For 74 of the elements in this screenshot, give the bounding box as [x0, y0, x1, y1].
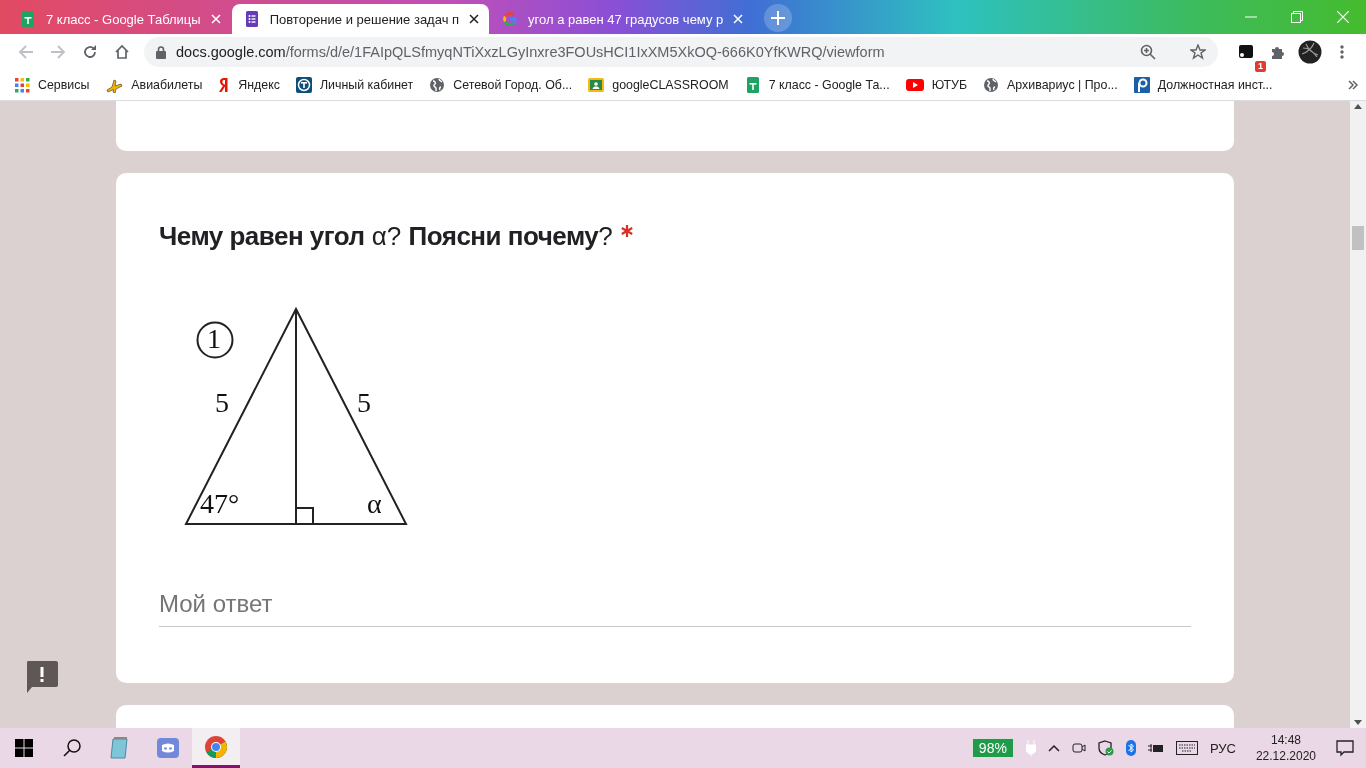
google-g-icon [502, 11, 519, 27]
bookmark-item[interactable]: Должностная инст... [1133, 72, 1281, 98]
spreadsheet-icon [744, 77, 761, 93]
search-icon [63, 739, 81, 757]
number-circle [196, 321, 234, 359]
zoom-in-icon[interactable] [1140, 44, 1156, 60]
globe-icon [983, 77, 1000, 93]
question-title: Чему равен угол α? Поясни почему? [159, 221, 613, 252]
chat-controller-icon [156, 736, 180, 760]
forward-icon [50, 44, 66, 60]
scroll-thumb[interactable] [1352, 226, 1364, 250]
browser-tab[interactable]: угол а равен 47 градусов чему р [490, 4, 754, 34]
camera-icon[interactable] [1071, 741, 1086, 755]
side-length-label: 5 [357, 389, 371, 417]
windows-logo-icon [15, 739, 33, 757]
bookmark-item[interactable]: Личный кабинет [296, 72, 422, 98]
angle-label: α [367, 490, 382, 518]
battery-charging-icon[interactable] [1147, 742, 1164, 754]
angle-label: 47° [200, 490, 240, 518]
restore-icon [1291, 11, 1303, 23]
address-bar[interactable]: docs.google.com/forms/d/e/1FAIpQLSfmyqNTiXxzLGyInxre3FOUsHCI1IxXM5XkOQ-666K0YfKWRQ/viewform [144, 37, 1218, 67]
figure-number: 1 [207, 325, 221, 353]
scroll-down-icon [1354, 720, 1362, 725]
notification-badge: 1 [1255, 61, 1266, 72]
new-tab-button[interactable] [764, 4, 793, 32]
classroom-board-icon [588, 77, 605, 93]
notification-icon[interactable] [1336, 739, 1354, 757]
avatar-icon [1298, 40, 1322, 64]
close-icon [1337, 11, 1349, 23]
bookmark-item[interactable]: 7 класс - Google Та... [744, 72, 898, 98]
form-icon [243, 11, 260, 27]
scroll-up-icon [1354, 104, 1362, 109]
puzzle-icon [1270, 44, 1286, 60]
url-text: docs.google.com/forms/d/e/1FAIpQLSfmyqNTiXxzLGyInxre3FOUsHCI1IxXM5XkOQ-666K0YfKWRQ/viewform [176, 44, 886, 60]
play-icon [905, 78, 924, 92]
taskbar-app[interactable] [192, 728, 240, 768]
report-icon [24, 659, 60, 695]
bookmark-item[interactable]: Сетевой Город. Об... [429, 72, 581, 98]
plus-icon [771, 11, 786, 25]
globe-icon [429, 77, 446, 93]
answer-field[interactable]: Мой ответ [159, 590, 1191, 627]
battery-indicator[interactable]: 98% [971, 738, 1014, 758]
chrome-logo-icon [204, 734, 228, 759]
keyboard-icon[interactable] [1175, 741, 1198, 755]
bookmark-item[interactable]: ЮТУБ [905, 72, 976, 98]
letter-ya-icon [218, 77, 231, 93]
bluetooth-icon[interactable] [1125, 740, 1136, 756]
home-icon [114, 44, 130, 60]
lock-icon [156, 45, 166, 59]
shield-check-icon[interactable] [1097, 740, 1114, 756]
chevron-double-right-icon[interactable] [1348, 80, 1358, 90]
bookmark-item[interactable]: googleCLASSROOM [588, 72, 737, 98]
round-logo-icon [296, 77, 312, 93]
more-vert-icon [1340, 44, 1344, 60]
browser-tab[interactable]: Повторение и решение задач п [231, 4, 490, 34]
document-logo-icon [1133, 77, 1150, 93]
extension-square-icon [1238, 44, 1254, 60]
reload-icon [82, 44, 98, 60]
apps-grid-icon [14, 77, 30, 93]
bookmark-item[interactable]: Яндекс [218, 72, 288, 98]
scrollbar[interactable] [1350, 101, 1366, 728]
chevron-up-icon[interactable] [1047, 744, 1060, 752]
clock[interactable]: 14:48 22.12.2020 [1255, 732, 1316, 764]
browser-tab[interactable]: 7 класс - Google Таблицы [8, 4, 231, 34]
bookmark-item[interactable]: Авиабилеты [105, 72, 211, 98]
feedback-button[interactable] [24, 659, 60, 695]
side-length-label: 5 [215, 389, 229, 417]
bookmark-item[interactable]: Сервисы [14, 72, 98, 98]
back-icon [18, 44, 34, 60]
close-icon[interactable] [469, 14, 480, 24]
bookmark-item[interactable]: Архивариус | Про... [983, 72, 1126, 98]
language-indicator[interactable]: РУС [1209, 740, 1236, 756]
star-icon[interactable] [1190, 44, 1206, 60]
spreadsheet-icon [20, 11, 36, 27]
